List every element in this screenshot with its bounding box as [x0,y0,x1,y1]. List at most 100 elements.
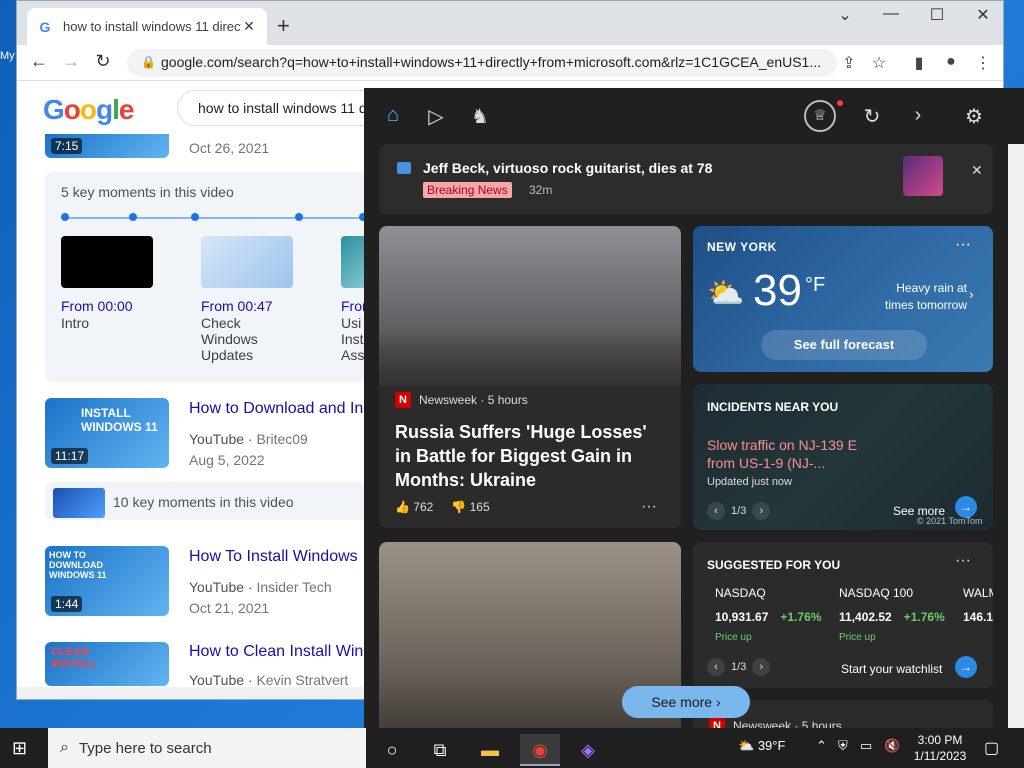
home-icon[interactable]: ⌂ [379,104,407,127]
video-thumbnail[interactable]: INSTALL WINDOWS 11 11:17 [45,398,169,468]
chevron-left-icon[interactable]: ‹ [707,658,725,676]
key-moment-time[interactable]: From 00:47 [201,298,273,314]
traffic-alert[interactable]: Slow traffic on NJ-139 E from US-1-9 (NJ… [707,436,867,472]
news-headline[interactable]: Russia Suffers 'Huge Losses' in Battle f… [395,420,665,492]
key-moment-thumbnail[interactable] [201,236,293,288]
chrome-icon[interactable]: ◉ [520,734,560,766]
side-panel-icon[interactable]: ▮ [907,53,931,73]
key-moment-thumbnail[interactable] [61,236,153,288]
arrow-right-icon[interactable]: → [955,656,977,678]
stock-item[interactable]: WALM 146.1 [963,586,993,624]
video-thumbnail[interactable]: HOW TO DOWNLOAD WINDOWS 11 1:44 [45,546,169,616]
timeline-dot[interactable] [129,213,137,221]
traffic-header: INCIDENTS NEAR YOU [707,400,839,414]
arrow-right-icon[interactable]: → [955,496,977,518]
like-button[interactable]: 👍 762 [395,500,433,514]
source-name: Newsweek [733,719,792,728]
more-options-icon[interactable]: ··· [955,236,971,254]
settings-gear-icon[interactable]: ⚙ [960,104,988,129]
maximize-button[interactable]: ☐ [917,5,957,25]
minimize-button[interactable]: — [871,5,911,23]
rewards-icon[interactable]: ♕ [804,100,836,132]
desktop-icon-label[interactable]: My [0,50,15,62]
key-moment-time[interactable]: From 00:00 [61,298,133,314]
result-title[interactable]: How to Clean Install Win [189,643,363,661]
file-explorer-icon[interactable]: ▬ [470,734,510,766]
new-tab-button[interactable]: + [277,13,290,39]
back-button[interactable]: ← [25,51,53,72]
video-thumbnail[interactable]: 7:15 [45,134,169,158]
dislike-button[interactable]: 👎 165 [451,500,489,514]
tab-close-icon[interactable]: ✕ [241,18,257,35]
key-moments-collapsed[interactable]: 10 key moments in this video [45,482,385,520]
reload-button[interactable]: ↻ [89,51,117,72]
start-watchlist-link[interactable]: Start your watchlist [841,662,942,676]
result-title[interactable]: How to Download and In [189,400,363,418]
chevron-right-icon[interactable]: › [904,104,932,127]
traffic-updated: Updated just now [707,476,792,488]
cortana-icon[interactable]: ○ [372,734,412,766]
see-more-label: See more [651,694,713,710]
key-moments-timeline [63,217,383,219]
forward-button[interactable]: → [57,51,85,72]
chevron-right-icon[interactable]: › [752,502,771,520]
games-icon[interactable]: ♞ [466,104,494,129]
address-bar[interactable]: 🔒 google.com/search?q=how+to+install+win… [127,49,837,77]
weather-city[interactable]: NEW YORK [707,240,777,254]
stock-item[interactable]: NASDAQ 100 11,402.52 +1.76% Price up [839,586,959,643]
stock-item[interactable]: NASDAQ 10,931.67 +1.76% Price up [715,586,835,643]
breaking-news-card[interactable]: Jeff Beck, virtuoso rock guitarist, dies… [379,144,993,214]
news-card[interactable]: N Newsweek · 5 hours Russia Suffers 'Hug… [379,226,681,528]
traffic-card[interactable]: INCIDENTS NEAR YOU Slow traffic on NJ-13… [693,384,993,530]
windows-start-icon[interactable]: ⊞ [12,738,27,759]
share-icon[interactable]: ⇪ [837,53,861,73]
timeline-dot[interactable] [295,213,303,221]
see-more-button[interactable]: See more › [622,686,750,718]
more-options-icon[interactable]: ··· [955,552,971,570]
chevron-right-icon[interactable]: › [969,286,974,302]
refresh-icon[interactable]: ↻ [858,104,886,129]
weather-forecast[interactable]: Heavy rain at times tomorrow [867,280,967,314]
more-options-icon[interactable]: ··· [641,498,657,516]
chevron-up-icon[interactable]: ⌃ [816,738,827,754]
tab-search-icon[interactable]: ⌄ [825,5,865,25]
weather-card[interactable]: NEW YORK ··· ⛅ 39 °F Heavy rain at times… [693,226,993,372]
suggested-card[interactable]: SUGGESTED FOR YOU ··· NASDAQ 10,931.67 +1… [693,542,993,688]
result-site: YouTube [189,672,245,688]
result-title[interactable]: How To Install Windows [189,548,358,566]
close-window-button[interactable]: ✕ [963,5,1003,25]
bookmark-star-icon[interactable]: ☆ [867,53,891,73]
menu-kebab-icon[interactable]: ⋮ [971,53,995,73]
browser-tab[interactable]: G how to install windows 11 directly ✕ [27,8,267,45]
visual-studio-icon[interactable]: ◈ [568,734,608,766]
breaking-headline[interactable]: Jeff Beck, virtuoso rock guitarist, dies… [423,160,712,176]
breaking-time: 32m [529,183,553,197]
google-logo[interactable]: Google [43,94,134,126]
chevron-left-icon[interactable]: ‹ [707,502,725,520]
news-icon [397,162,411,174]
network-icon[interactable]: ▭ [860,738,872,754]
breaking-news-badge: Breaking News [423,182,512,198]
vertical-scrollbar[interactable] [1008,144,1024,728]
profile-avatar-icon[interactable]: ● [939,53,963,71]
result-date: Aug 5, 2022 [189,452,265,468]
taskbar-search[interactable]: ⌕ Type here to search [48,728,366,768]
stock-name: NASDAQ [715,586,766,600]
task-view-icon[interactable]: ⧉ [420,734,460,766]
taskbar-weather[interactable]: ⛅ 39°F [738,738,785,754]
close-icon[interactable]: ✕ [971,162,983,179]
weather-unit[interactable]: °F [805,274,825,297]
volume-muted-icon[interactable]: 🔇 [884,738,900,754]
notification-icon[interactable]: ▢ [984,738,999,758]
security-icon[interactable]: ⛨ [838,738,848,754]
traffic-pager: ‹ 1/3 › [707,502,771,520]
timeline-dot[interactable] [61,213,69,221]
chevron-right-icon[interactable]: › [752,658,771,676]
see-full-forecast-button[interactable]: See full forecast [761,330,927,360]
video-thumbnail[interactable]: CLEAN INSTALL [45,642,169,686]
breaking-image[interactable] [903,156,943,196]
video-icon[interactable]: ▷ [422,104,450,129]
suggested-header[interactable]: SUGGESTED FOR YOU [707,558,840,572]
timeline-dot[interactable] [191,213,199,221]
taskbar-clock[interactable]: 3:00 PM 1/11/2023 [912,732,968,764]
